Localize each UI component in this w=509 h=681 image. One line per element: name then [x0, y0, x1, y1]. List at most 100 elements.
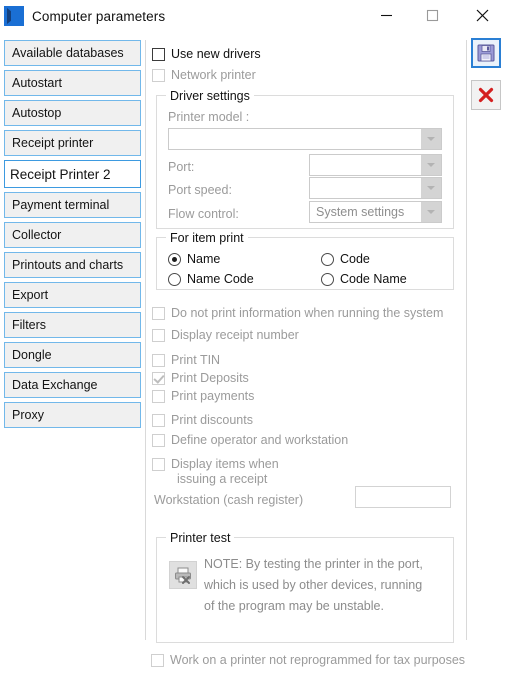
- sidebar-item-receipt-printer[interactable]: Receipt printer: [4, 130, 141, 156]
- checkbox-box: [152, 329, 165, 342]
- title-bar: Computer parameters: [0, 0, 509, 32]
- checkbox-label: Do not print information when running th…: [171, 306, 444, 320]
- sidebar-item-dongle[interactable]: Dongle: [4, 342, 141, 368]
- checkbox-label-line1: Display items when: [171, 457, 279, 471]
- radio-label: Name: [187, 252, 221, 266]
- checkbox-print-discounts[interactable]: Print discounts: [152, 413, 253, 428]
- sidebar-item-label: Data Exchange: [12, 378, 98, 392]
- sidebar-item-proxy[interactable]: Proxy: [4, 402, 141, 428]
- checkbox-display-items-issuing-receipt[interactable]: Display items when issuing a receipt: [152, 457, 279, 487]
- note-line-1: NOTE: By testing the printer in the port…: [204, 557, 423, 571]
- sidebar-item-label: Available databases: [12, 46, 124, 60]
- sidebar-item-label: Receipt printer: [12, 136, 94, 150]
- sidebar-item-autostart[interactable]: Autostart: [4, 70, 141, 96]
- flow-control-label: Flow control:: [168, 207, 239, 221]
- radio-indicator: [321, 252, 334, 266]
- checkbox-box: [152, 307, 165, 320]
- checkbox-label: Network printer: [171, 68, 256, 82]
- checkbox-print-tin[interactable]: Print TIN: [152, 353, 220, 368]
- checkbox-define-operator-and-workstation[interactable]: Define operator and workstation: [152, 433, 348, 448]
- checkbox-label: Work on a printer not reprogrammed for t…: [170, 653, 466, 667]
- maximize-button[interactable]: [409, 0, 455, 30]
- save-button[interactable]: [471, 38, 501, 68]
- port-label: Port:: [168, 160, 195, 174]
- checkbox-print-deposits[interactable]: Print Deposits: [152, 371, 249, 386]
- sidebar-item-printouts-and-charts[interactable]: Printouts and charts: [4, 252, 141, 278]
- checkbox-label: Display receipt number: [171, 328, 299, 342]
- printer-model-select[interactable]: [168, 128, 442, 150]
- window-title: Computer parameters: [32, 8, 166, 24]
- sidebar-item-available-databases[interactable]: Available databases: [4, 40, 141, 66]
- sidebar: Available databases Autostart Autostop R…: [4, 40, 141, 432]
- sidebar-item-filters[interactable]: Filters: [4, 312, 141, 338]
- close-button[interactable]: [459, 0, 505, 30]
- printer-model-label: Printer model :: [168, 110, 250, 124]
- group-title: Driver settings: [166, 89, 254, 103]
- radio-indicator: [321, 272, 334, 286]
- save-floppy-icon: [477, 44, 495, 62]
- checkbox-box: [152, 372, 165, 385]
- port-speed-label: Port speed:: [168, 183, 232, 197]
- checkbox-label: Print Deposits: [171, 371, 249, 385]
- cancel-button[interactable]: [471, 80, 501, 110]
- checkbox-box: [152, 414, 165, 427]
- sidebar-item-export[interactable]: Export: [4, 282, 141, 308]
- checkbox-label: Define operator and workstation: [171, 433, 349, 447]
- workstation-label: Workstation (cash register): [154, 493, 304, 507]
- workstation-input[interactable]: [355, 486, 451, 508]
- flow-control-select[interactable]: System settings: [309, 201, 442, 223]
- checkbox-print-payments[interactable]: Print payments: [152, 389, 254, 404]
- minimize-button[interactable]: [363, 0, 409, 30]
- flow-control-value: System settings: [316, 205, 405, 219]
- sidebar-item-label: Receipt Printer 2: [10, 166, 111, 182]
- radio-label: Code: [340, 252, 370, 266]
- radio-code[interactable]: Code: [321, 252, 370, 266]
- chevron-down-icon: [421, 202, 441, 222]
- port-select[interactable]: [309, 154, 442, 176]
- sidebar-item-label: Collector: [12, 228, 62, 242]
- checkbox-label-line2: issuing a receipt: [177, 472, 268, 486]
- sidebar-item-label: Payment terminal: [12, 198, 110, 212]
- radio-code-name[interactable]: Code Name: [321, 272, 407, 286]
- checkbox-use-new-drivers[interactable]: Use new drivers: [152, 47, 261, 62]
- checkbox-network-printer[interactable]: Network printer: [152, 68, 256, 83]
- sidebar-item-payment-terminal[interactable]: Payment terminal: [4, 192, 141, 218]
- port-speed-select[interactable]: [309, 177, 442, 199]
- chevron-down-icon: [421, 129, 441, 149]
- checkbox-do-not-print-information[interactable]: Do not print information when running th…: [152, 306, 443, 321]
- radio-indicator: [168, 252, 181, 266]
- radio-label: Name Code: [187, 272, 254, 286]
- checkbox-display-receipt-number[interactable]: Display receipt number: [152, 328, 299, 343]
- radio-label: Code Name: [340, 272, 407, 286]
- sidebar-item-receipt-printer-2[interactable]: Receipt Printer 2: [4, 160, 141, 188]
- sidebar-item-label: Autostart: [12, 76, 63, 90]
- note-line-3: of the program may be unstable.: [204, 599, 384, 613]
- printer-test-button[interactable]: [169, 561, 197, 589]
- radio-name[interactable]: Name: [168, 252, 220, 266]
- sidebar-item-label: Proxy: [12, 408, 44, 422]
- chevron-down-icon: [421, 155, 441, 175]
- group-title: Printer test: [166, 531, 235, 545]
- app-logo-icon: [4, 6, 24, 26]
- checkbox-box: [152, 458, 165, 471]
- checkbox-label: Print payments: [171, 389, 255, 403]
- chevron-down-icon: [421, 178, 441, 198]
- sidebar-item-collector[interactable]: Collector: [4, 222, 141, 248]
- sidebar-item-data-exchange[interactable]: Data Exchange: [4, 372, 141, 398]
- sidebar-item-autostop[interactable]: Autostop: [4, 100, 141, 126]
- group-title: For item print: [166, 231, 248, 245]
- settings-panel: Use new drivers Network printer Driver s…: [145, 40, 467, 643]
- sidebar-item-label: Filters: [12, 318, 47, 332]
- checkbox-box: [152, 390, 165, 403]
- printer-test-note: NOTE: By testing the printer in the port…: [204, 554, 444, 617]
- sidebar-item-label: Export: [12, 288, 49, 302]
- printer-test-icon: [175, 567, 191, 584]
- cancel-x-icon: [478, 87, 494, 103]
- radio-indicator: [168, 272, 181, 286]
- action-toolbar: [471, 38, 501, 110]
- checkbox-box: [151, 654, 164, 667]
- radio-name-code[interactable]: Name Code: [168, 272, 254, 286]
- checkbox-box: [152, 69, 165, 82]
- checkbox-box: [152, 48, 165, 61]
- checkbox-work-on-printer-not-reprogrammed[interactable]: Work on a printer not reprogrammed for t…: [151, 653, 465, 668]
